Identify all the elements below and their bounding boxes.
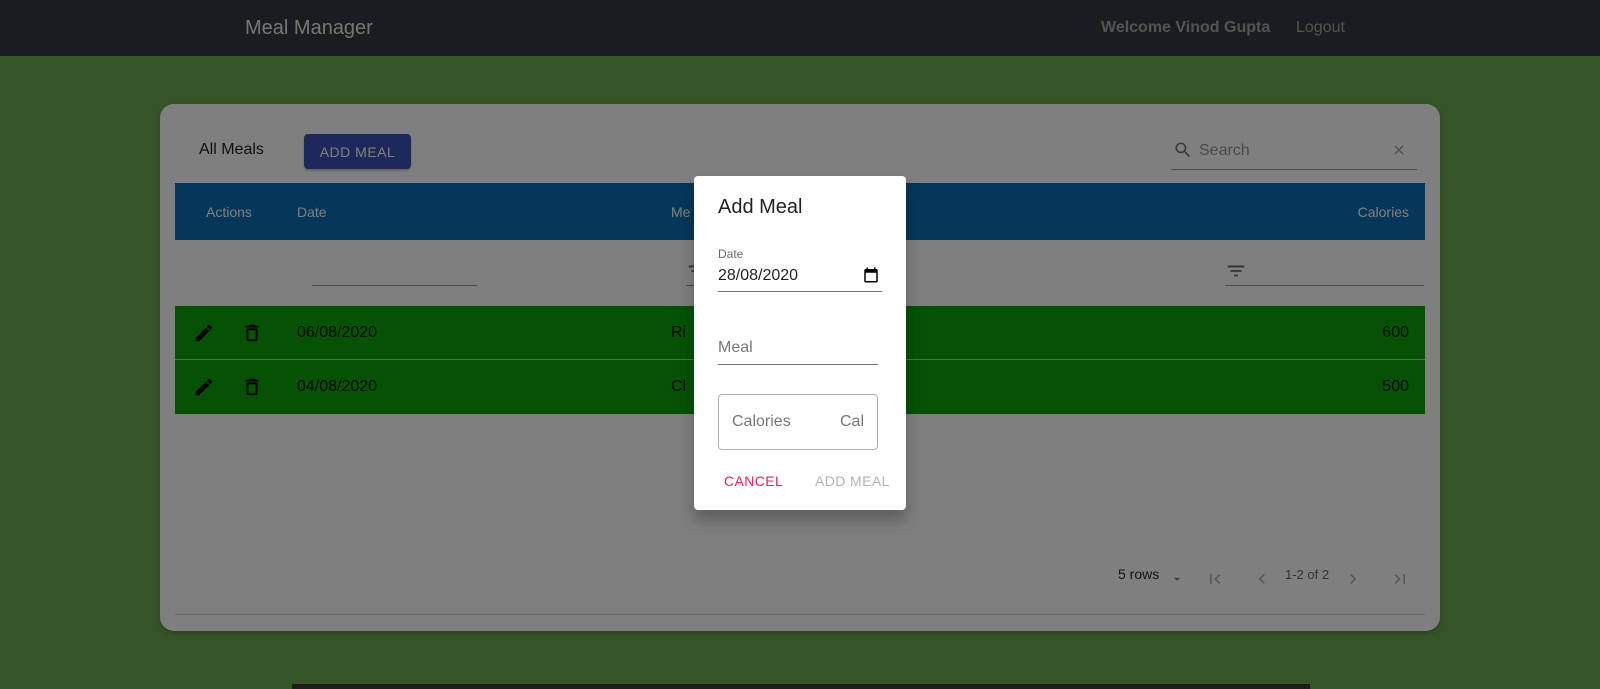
meal-field[interactable]: Meal — [718, 333, 878, 365]
calories-unit: Cal — [839, 413, 864, 430]
calendar-icon[interactable] — [862, 266, 880, 284]
calories-field[interactable]: Calories Cal — [718, 394, 878, 450]
date-field[interactable]: 28/08/2020 — [718, 262, 882, 292]
submit-add-meal-button[interactable]: ADD MEAL — [815, 473, 890, 489]
date-field-label: Date — [718, 247, 744, 261]
calories-field-label: Calories — [732, 413, 791, 430]
add-meal-dialog: Add Meal Date 28/08/2020 Meal Calories C… — [694, 176, 906, 510]
dialog-title: Add Meal — [718, 196, 803, 218]
date-field-value[interactable]: 28/08/2020 — [718, 267, 798, 285]
cancel-button[interactable]: CANCEL — [724, 473, 783, 489]
meal-field-label: Meal — [718, 339, 753, 356]
